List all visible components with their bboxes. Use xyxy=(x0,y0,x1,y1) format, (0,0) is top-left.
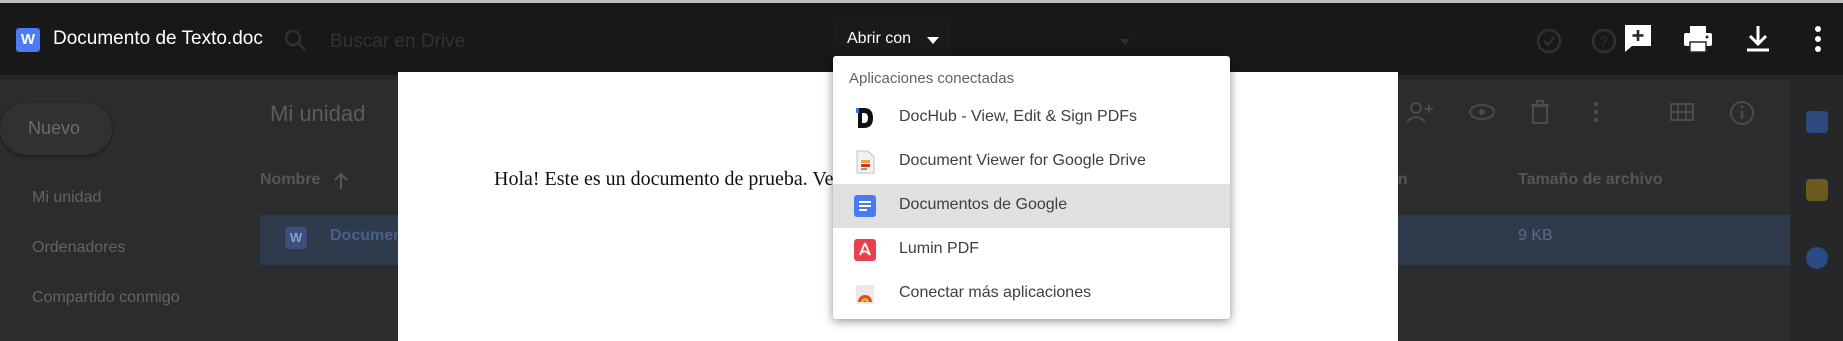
dochub-icon xyxy=(853,106,877,130)
more-options-icon xyxy=(1591,99,1601,132)
keep-icon[interactable] xyxy=(1806,179,1828,201)
menu-item-label: DocHub - View, Edit & Sign PDFs xyxy=(899,108,1138,125)
side-panel-rail xyxy=(1790,81,1843,341)
lumin-pdf-icon xyxy=(853,238,877,262)
arrow-up-icon xyxy=(332,167,350,198)
download-icon[interactable] xyxy=(1740,21,1776,57)
file-title: Documento de Texto.doc xyxy=(53,28,263,49)
preview-icon xyxy=(1467,99,1497,132)
location-title: Mi unidad xyxy=(270,101,366,126)
word-file-icon: W xyxy=(285,227,307,249)
menu-item-google-docs[interactable]: Documentos de Google xyxy=(833,184,1230,228)
more-vert-icon[interactable] xyxy=(1800,21,1836,57)
menu-header: Aplicaciones conectadas xyxy=(849,70,1015,87)
tasks-icon[interactable] xyxy=(1806,247,1828,269)
nav-item-my-drive[interactable]: Mi unidad xyxy=(32,189,101,207)
menu-item-label: Document Viewer for Google Drive xyxy=(899,152,1146,169)
calendar-icon[interactable] xyxy=(1806,111,1828,133)
menu-item-dochub[interactable]: DocHub - View, Edit & Sign PDFs xyxy=(833,96,1230,140)
caret-down-icon xyxy=(927,37,939,44)
document-viewer-icon xyxy=(853,150,877,174)
column-name-header[interactable]: Nombre xyxy=(260,171,320,189)
menu-item-label: Lumin PDF xyxy=(899,240,980,257)
column-size-header[interactable]: Tamaño de archivo xyxy=(1518,171,1663,189)
word-doc-icon: W xyxy=(16,28,40,52)
file-name: Documen xyxy=(330,227,403,244)
nav-item-computers[interactable]: Ordenadores xyxy=(32,239,125,257)
menu-item-document-viewer[interactable]: Document Viewer for Google Drive xyxy=(833,140,1230,184)
open-with-label: Abrir con xyxy=(847,30,912,47)
connect-apps-icon xyxy=(853,282,877,306)
open-with-button[interactable]: Abrir con xyxy=(833,19,949,59)
menu-item-label: Conectar más aplicaciones xyxy=(899,284,1092,301)
google-docs-icon xyxy=(853,194,877,218)
menu-item-connect-apps[interactable]: Conectar más aplicaciones xyxy=(833,272,1230,316)
menu-item-lumin-pdf[interactable]: Lumin PDF xyxy=(833,228,1230,272)
document-text: Hola! Este es un documento de prueba. Ve xyxy=(494,168,834,190)
share-icon xyxy=(1405,99,1435,132)
new-button-label: Nuevo xyxy=(28,118,81,138)
menu-item-label: Documentos de Google xyxy=(899,196,1068,213)
info-icon xyxy=(1728,99,1756,134)
nav-item-shared[interactable]: Compartido conmigo xyxy=(32,289,180,307)
trash-icon xyxy=(1527,99,1553,132)
new-button[interactable]: Nuevo xyxy=(0,103,112,155)
add-comment-icon[interactable] xyxy=(1620,21,1656,57)
grid-view-icon xyxy=(1668,99,1696,132)
open-with-menu: Aplicaciones conectadas DocHub - View, E… xyxy=(833,56,1230,319)
print-icon[interactable] xyxy=(1680,21,1716,57)
file-size: 9 KB xyxy=(1518,227,1553,244)
